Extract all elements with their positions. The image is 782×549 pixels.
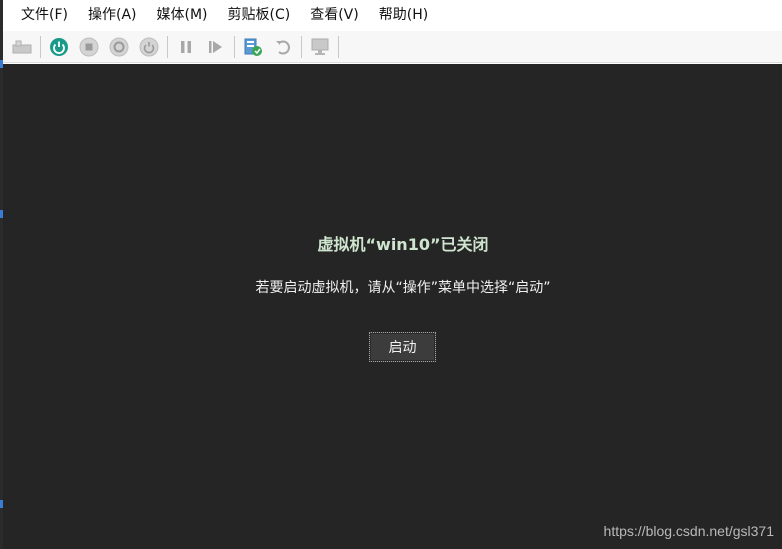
- checkpoint-icon: [244, 38, 262, 56]
- menu-view[interactable]: 查看(V): [300, 0, 369, 31]
- revert-button[interactable]: [271, 35, 295, 59]
- menu-file[interactable]: 文件(F): [3, 0, 78, 31]
- save-state-button[interactable]: [137, 35, 161, 59]
- shutdown-button[interactable]: [107, 35, 131, 59]
- pause-icon: [181, 40, 191, 53]
- toolbar: [3, 31, 782, 63]
- toolbar-separator: [40, 35, 41, 58]
- power-on-icon: [50, 37, 68, 56]
- vm-display-area[interactable]: 虚拟机“win10”已关闭 若要启动虚拟机，请从“操作”菜单中选择“启动” 启动…: [3, 64, 782, 549]
- toolbar-separator: [167, 35, 168, 58]
- reset-button[interactable]: [204, 35, 228, 59]
- menu-help[interactable]: 帮助(H): [369, 0, 438, 31]
- save-state-icon: [139, 37, 159, 56]
- toolbar-separator: [234, 35, 235, 58]
- vm-start-hint: 若要启动虚拟机，请从“操作”菜单中选择“启动”: [255, 280, 551, 296]
- start-button[interactable]: 启动: [369, 332, 436, 362]
- ctrl-alt-del-icon: [12, 40, 32, 53]
- ctrl-alt-del-button[interactable]: [10, 35, 34, 59]
- checkpoint-button[interactable]: [241, 35, 265, 59]
- start-toolbar-button[interactable]: [47, 35, 71, 59]
- menu-media[interactable]: 媒体(M): [147, 0, 218, 31]
- enhanced-session-icon: [311, 38, 329, 55]
- turn-off-button[interactable]: [77, 35, 101, 59]
- pause-button[interactable]: [174, 35, 198, 59]
- vm-state-title: 虚拟机“win10”已关闭: [317, 235, 489, 254]
- menu-bar: 文件(F) 操作(A) 媒体(M) 剪贴板(C) 查看(V) 帮助(H): [3, 0, 782, 31]
- menu-clipboard[interactable]: 剪贴板(C): [218, 0, 301, 31]
- shutdown-icon: [109, 37, 129, 56]
- turn-off-icon: [79, 37, 99, 56]
- reset-icon: [209, 40, 222, 53]
- watermark-text: https://blog.csdn.net/gsl371: [603, 523, 774, 539]
- toolbar-separator: [301, 35, 302, 58]
- toolbar-separator: [338, 35, 339, 58]
- vm-connection-window: 文件(F) 操作(A) 媒体(M) 剪贴板(C) 查看(V) 帮助(H) 虚拟机…: [0, 0, 782, 549]
- enhanced-session-button[interactable]: [308, 35, 332, 59]
- menu-action[interactable]: 操作(A): [78, 0, 147, 31]
- revert-icon: [276, 40, 290, 54]
